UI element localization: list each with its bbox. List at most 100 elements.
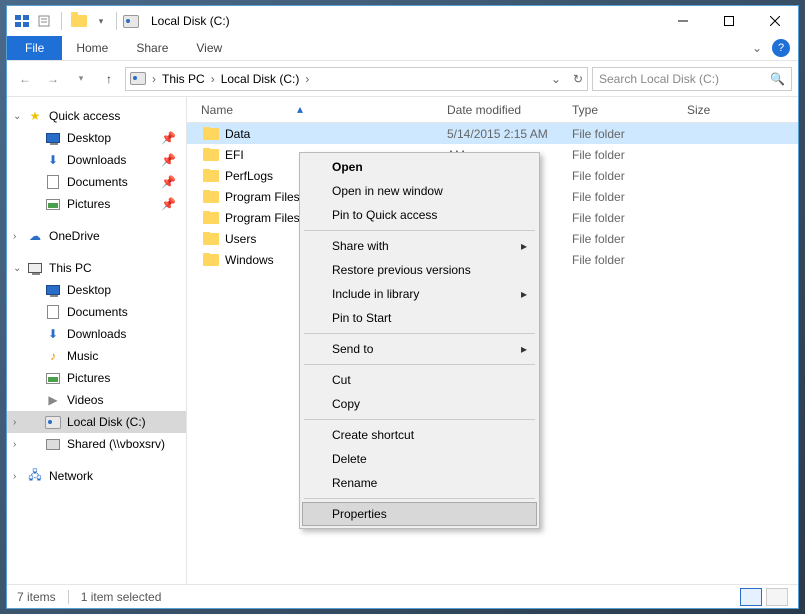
tree-shared[interactable]: ›Shared (\\vboxsrv) [7,433,186,455]
chevron-right-icon[interactable]: › [305,72,309,86]
menu-item[interactable]: Create shortcut [302,423,537,447]
menu-item[interactable]: Cut [302,368,537,392]
tree-pc-downloads[interactable]: ⬇Downloads [7,323,186,345]
tree-downloads[interactable]: ⬇Downloads📌 [7,149,186,171]
file-type: File folder [572,169,687,183]
tree-desktop[interactable]: Desktop📌 [7,127,186,149]
menu-item[interactable]: Copy [302,392,537,416]
tab-share[interactable]: Share [122,36,182,60]
ribbon-caret-icon[interactable]: ⌄ [752,41,762,55]
menu-item[interactable]: Open [302,155,537,179]
file-name: Users [225,232,256,246]
maximize-button[interactable] [706,6,752,36]
breadcrumb[interactable]: This PC [162,72,205,86]
menu-separator [304,333,535,334]
menu-item-label: Open in new window [332,184,443,198]
tree-onedrive[interactable]: ›☁OneDrive [7,225,186,247]
menu-item-label: Create shortcut [332,428,414,442]
tree-pc-documents[interactable]: Documents [7,301,186,323]
minimize-button[interactable] [660,6,706,36]
menu-item[interactable]: Rename [302,471,537,495]
file-type: File folder [572,148,687,162]
tree-pictures[interactable]: Pictures📌 [7,193,186,215]
file-name: Program Files [225,211,300,225]
menu-item[interactable]: Delete [302,447,537,471]
window-title: Local Disk (C:) [151,14,230,28]
qat-dropdown-icon[interactable]: ▾ [92,12,110,30]
menu-separator [304,230,535,231]
qat-properties-icon[interactable] [35,12,53,30]
tree-pc-desktop[interactable]: Desktop [7,279,186,301]
tree-documents[interactable]: Documents📌 [7,171,186,193]
menu-item[interactable]: Send to ▸ [302,337,537,361]
status-count: 7 items [17,590,56,604]
folder-icon [203,254,219,266]
tree-pc-music[interactable]: ♪Music [7,345,186,367]
qat-newfolder-icon[interactable] [70,12,88,30]
menu-item[interactable]: Open in new window [302,179,537,203]
help-button[interactable]: ? [772,39,790,57]
folder-icon [203,149,219,161]
view-icons-button[interactable] [766,588,788,606]
col-size[interactable]: Size [687,103,798,117]
menu-item-label: Delete [332,452,367,466]
drive-icon [123,15,139,28]
submenu-arrow-icon: ▸ [521,287,527,301]
tree-pc-pictures[interactable]: Pictures [7,367,186,389]
titlebar: ▾ Local Disk (C:) [7,6,798,36]
file-name: EFI [225,148,244,162]
refresh-button[interactable]: ↻ [573,72,583,86]
file-row[interactable]: Data5/14/2015 2:15 AMFile folder [187,123,798,144]
tab-home[interactable]: Home [62,36,122,60]
status-bar: 7 items 1 item selected [7,584,798,608]
menu-item[interactable]: Restore previous versions [302,258,537,282]
tree-local-disk[interactable]: ›Local Disk (C:) [7,411,186,433]
pin-icon: 📌 [161,197,176,211]
col-date[interactable]: Date modified [447,103,572,117]
menu-item[interactable]: Share with▸ [302,234,537,258]
menu-item-label: Copy [332,397,360,411]
chevron-right-icon[interactable]: › [211,72,215,86]
breadcrumb[interactable]: Local Disk (C:) [221,72,300,86]
folder-icon [203,233,219,245]
col-name[interactable]: Name▴ [187,103,447,117]
tree-this-pc[interactable]: ⌄This PC [7,257,186,279]
tree-pc-videos[interactable]: ▶Videos [7,389,186,411]
recent-dropdown-icon[interactable]: ▾ [69,67,93,91]
menu-item[interactable]: Pin to Start [302,306,537,330]
back-button[interactable]: ← [13,67,37,91]
address-bar[interactable]: › This PC › Local Disk (C:) › ⌄ ↻ [125,67,588,91]
context-menu: Open Open in new window Pin to Quick acces… [299,152,540,529]
search-input[interactable]: Search Local Disk (C:) 🔍 [592,67,792,91]
file-name: PerfLogs [225,169,273,183]
explorer-window: ▾ Local Disk (C:) File Home Share View ⌄… [6,5,799,609]
nav-tree: ⌄★Quick access Desktop📌 ⬇Downloads📌 Docu… [7,97,187,584]
tab-view[interactable]: View [182,36,236,60]
tree-quick-access[interactable]: ⌄★Quick access [7,105,186,127]
menu-item[interactable]: Pin to Quick access [302,203,537,227]
menu-item-label: Send to [332,342,373,356]
menu-separator [304,419,535,420]
file-type: File folder [572,211,687,225]
menu-item[interactable]: Properties [302,502,537,526]
close-button[interactable] [752,6,798,36]
tab-file[interactable]: File [7,36,62,60]
folder-icon [203,191,219,203]
menu-item-label: Include in library [332,287,419,301]
forward-button[interactable]: → [41,67,65,91]
tree-network[interactable]: ›🖧Network [7,465,186,487]
sort-asc-icon: ▴ [297,102,303,116]
folder-icon [203,170,219,182]
chevron-right-icon[interactable]: › [152,72,156,86]
up-button[interactable]: ↑ [97,67,121,91]
menu-item-label: Share with [332,239,389,253]
search-icon: 🔍 [770,72,785,86]
file-type: File folder [572,127,687,141]
menu-item-label: Open [332,160,363,174]
status-selected: 1 item selected [81,590,162,604]
addr-dropdown-icon[interactable]: ⌄ [551,72,561,86]
view-details-button[interactable] [740,588,762,606]
menu-item[interactable]: Include in library ▸ [302,282,537,306]
col-type[interactable]: Type [572,103,687,117]
submenu-arrow-icon: ▸ [521,342,527,356]
